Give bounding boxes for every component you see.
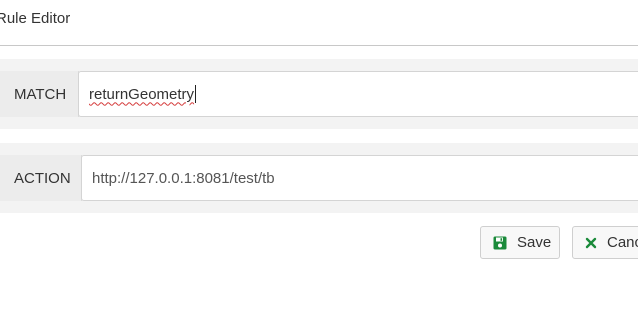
floppy-disk-icon bbox=[493, 236, 507, 250]
action-label: ACTION bbox=[0, 155, 82, 201]
save-button-label: Save bbox=[517, 234, 552, 251]
close-x-icon bbox=[585, 237, 597, 249]
match-input-value: returnGeometry bbox=[89, 85, 195, 103]
save-button[interactable]: Save bbox=[480, 226, 560, 259]
action-input[interactable]: http://127.0.0.1:8081/test/tb bbox=[81, 155, 638, 201]
cancel-button[interactable]: Canc bbox=[572, 226, 638, 259]
text-caret bbox=[195, 85, 197, 103]
rule-editor-dialog: Rule Editor MATCH returnGeometry ACTION … bbox=[0, 0, 638, 336]
action-row: ACTION http://127.0.0.1:8081/test/tb bbox=[0, 143, 638, 213]
action-input-value: http://127.0.0.1:8081/test/tb bbox=[92, 169, 275, 187]
cancel-button-label: Canc bbox=[607, 234, 638, 251]
match-label: MATCH bbox=[0, 71, 79, 117]
match-row: MATCH returnGeometry bbox=[0, 59, 638, 129]
title-divider bbox=[0, 45, 638, 46]
match-input[interactable]: returnGeometry bbox=[78, 71, 638, 117]
dialog-title: Rule Editor bbox=[0, 10, 71, 27]
